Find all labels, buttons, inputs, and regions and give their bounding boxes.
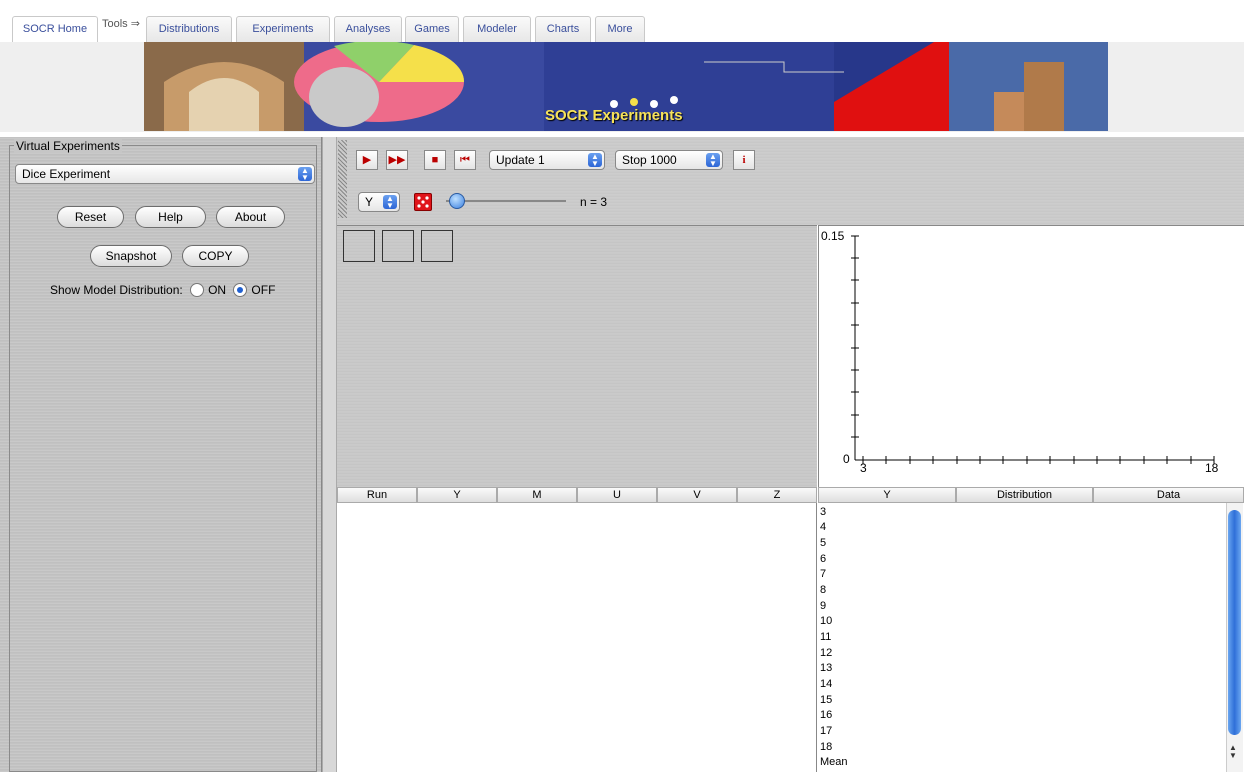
distribution-table bbox=[818, 503, 1244, 772]
help-button[interactable]: Help bbox=[135, 206, 206, 228]
die-slot-3 bbox=[421, 230, 453, 262]
copy-button[interactable]: COPY bbox=[182, 245, 249, 267]
table-row: Mean bbox=[820, 756, 848, 768]
virtual-experiments-group bbox=[9, 145, 317, 772]
variable-select-value: Y bbox=[365, 195, 374, 209]
step-button[interactable]: ▶ bbox=[356, 150, 378, 170]
x-axis-min-label: 3 bbox=[860, 461, 867, 475]
col-y[interactable]: Y bbox=[417, 487, 497, 503]
tools-label: Tools ⇒ bbox=[102, 18, 140, 30]
update-select-value: Update 1 bbox=[496, 153, 545, 167]
table-row: 11 bbox=[820, 631, 832, 643]
tab-games[interactable]: Games bbox=[405, 16, 459, 42]
tab-more[interactable]: More bbox=[595, 16, 645, 42]
select-arrows-icon: ▲ ▼ bbox=[588, 153, 602, 168]
col-data[interactable]: Data bbox=[1093, 487, 1244, 503]
table-row: 10 bbox=[820, 615, 833, 627]
info-button[interactable]: i bbox=[733, 150, 755, 170]
col-z[interactable]: Z bbox=[737, 487, 817, 503]
tab-experiments[interactable]: Experiments bbox=[236, 16, 330, 42]
select-arrows-icon: ▲ ▼ bbox=[383, 195, 397, 210]
table-row: 16 bbox=[820, 709, 833, 721]
die-pips-icon bbox=[417, 196, 429, 208]
dice-display-area bbox=[337, 225, 817, 487]
radio-on[interactable] bbox=[190, 283, 205, 297]
tab-charts[interactable]: Charts bbox=[535, 16, 591, 42]
n-value-label: n = 3 bbox=[580, 195, 608, 209]
x-axis-max-label: 18 bbox=[1205, 461, 1219, 475]
tab-socr-home[interactable]: SOCR Home bbox=[12, 16, 98, 43]
tab-modeler[interactable]: Modeler bbox=[463, 16, 531, 42]
stop-button[interactable]: ■ bbox=[424, 150, 446, 170]
model-distribution-label: Show Model Distribution: bbox=[50, 283, 183, 297]
die-slot-2 bbox=[382, 230, 414, 262]
table-row: 17 bbox=[820, 725, 833, 737]
y-axis-min-label: 0 bbox=[843, 452, 850, 466]
table-row: 6 bbox=[820, 553, 827, 565]
reset-run-button[interactable]: ⏮ bbox=[454, 150, 476, 170]
tab-distributions[interactable]: Distributions bbox=[146, 16, 232, 42]
play-icon: ▶ bbox=[362, 154, 372, 166]
scrollbar-thumb[interactable] bbox=[1228, 510, 1241, 735]
col-dist-y[interactable]: Y bbox=[818, 487, 956, 503]
skip-back-icon: ⏮ bbox=[460, 154, 470, 166]
die-icon[interactable] bbox=[414, 193, 432, 211]
table-row: 3 bbox=[820, 506, 827, 518]
table-row: 4 bbox=[820, 521, 827, 533]
table-row: 15 bbox=[820, 694, 833, 706]
model-distribution-row: Show Model Distribution: ON OFF bbox=[50, 283, 275, 297]
radio-off[interactable] bbox=[233, 283, 248, 297]
stop-select[interactable]: Stop 1000 ▲ ▼ bbox=[615, 150, 723, 170]
col-v[interactable]: V bbox=[657, 487, 737, 503]
snapshot-button[interactable]: Snapshot bbox=[90, 245, 172, 267]
panel-splitter[interactable] bbox=[322, 137, 337, 772]
scroll-arrows-icon[interactable]: ▲ ▼ bbox=[1229, 744, 1237, 760]
table-row: 13 bbox=[820, 662, 833, 674]
reset-button[interactable]: Reset bbox=[57, 206, 124, 228]
info-icon: i bbox=[742, 154, 746, 166]
distribution-graph bbox=[818, 225, 1244, 487]
col-run[interactable]: Run bbox=[337, 487, 417, 503]
radio-off-label: OFF bbox=[251, 283, 276, 297]
about-button[interactable]: About bbox=[216, 206, 285, 228]
table-row: 18 bbox=[820, 741, 833, 753]
update-select[interactable]: Update 1 ▲ ▼ bbox=[489, 150, 605, 170]
die-slot-1 bbox=[343, 230, 375, 262]
virtual-experiments-legend: Virtual Experiments bbox=[14, 139, 122, 153]
select-arrows-icon: ▲ ▼ bbox=[298, 167, 312, 182]
tab-analyses[interactable]: Analyses bbox=[334, 16, 402, 42]
table-row: 5 bbox=[820, 537, 827, 549]
run-data-table bbox=[337, 503, 817, 772]
top-tab-bar: SOCR Home Tools ⇒ Distributions Experime… bbox=[0, 0, 1244, 43]
stop-icon: ■ bbox=[431, 154, 439, 166]
select-arrows-icon: ▲ ▼ bbox=[706, 153, 720, 168]
table-row: 14 bbox=[820, 678, 833, 690]
table-row: 9 bbox=[820, 600, 827, 612]
table-row: 8 bbox=[820, 584, 827, 596]
fast-forward-icon: ▶▶ bbox=[388, 154, 406, 166]
banner-title: SOCR Experiments bbox=[545, 107, 683, 124]
experiment-select-value: Dice Experiment bbox=[22, 167, 111, 181]
n-slider-knob[interactable] bbox=[449, 193, 465, 209]
toolbar-grip[interactable] bbox=[338, 140, 347, 218]
table-row: 7 bbox=[820, 568, 827, 580]
variable-select[interactable]: Y ▲ ▼ bbox=[358, 192, 400, 212]
graph-axes bbox=[851, 235, 1215, 464]
experiment-select[interactable]: Dice Experiment ▲ ▼ bbox=[15, 164, 315, 184]
table-row: 12 bbox=[820, 647, 833, 659]
y-axis-max-label: 0.15 bbox=[821, 229, 845, 243]
col-m[interactable]: M bbox=[497, 487, 577, 503]
col-u[interactable]: U bbox=[577, 487, 657, 503]
radio-on-label: ON bbox=[208, 283, 227, 297]
run-button[interactable]: ▶▶ bbox=[386, 150, 408, 170]
stop-select-value: Stop 1000 bbox=[622, 153, 677, 167]
col-distribution[interactable]: Distribution bbox=[956, 487, 1093, 503]
